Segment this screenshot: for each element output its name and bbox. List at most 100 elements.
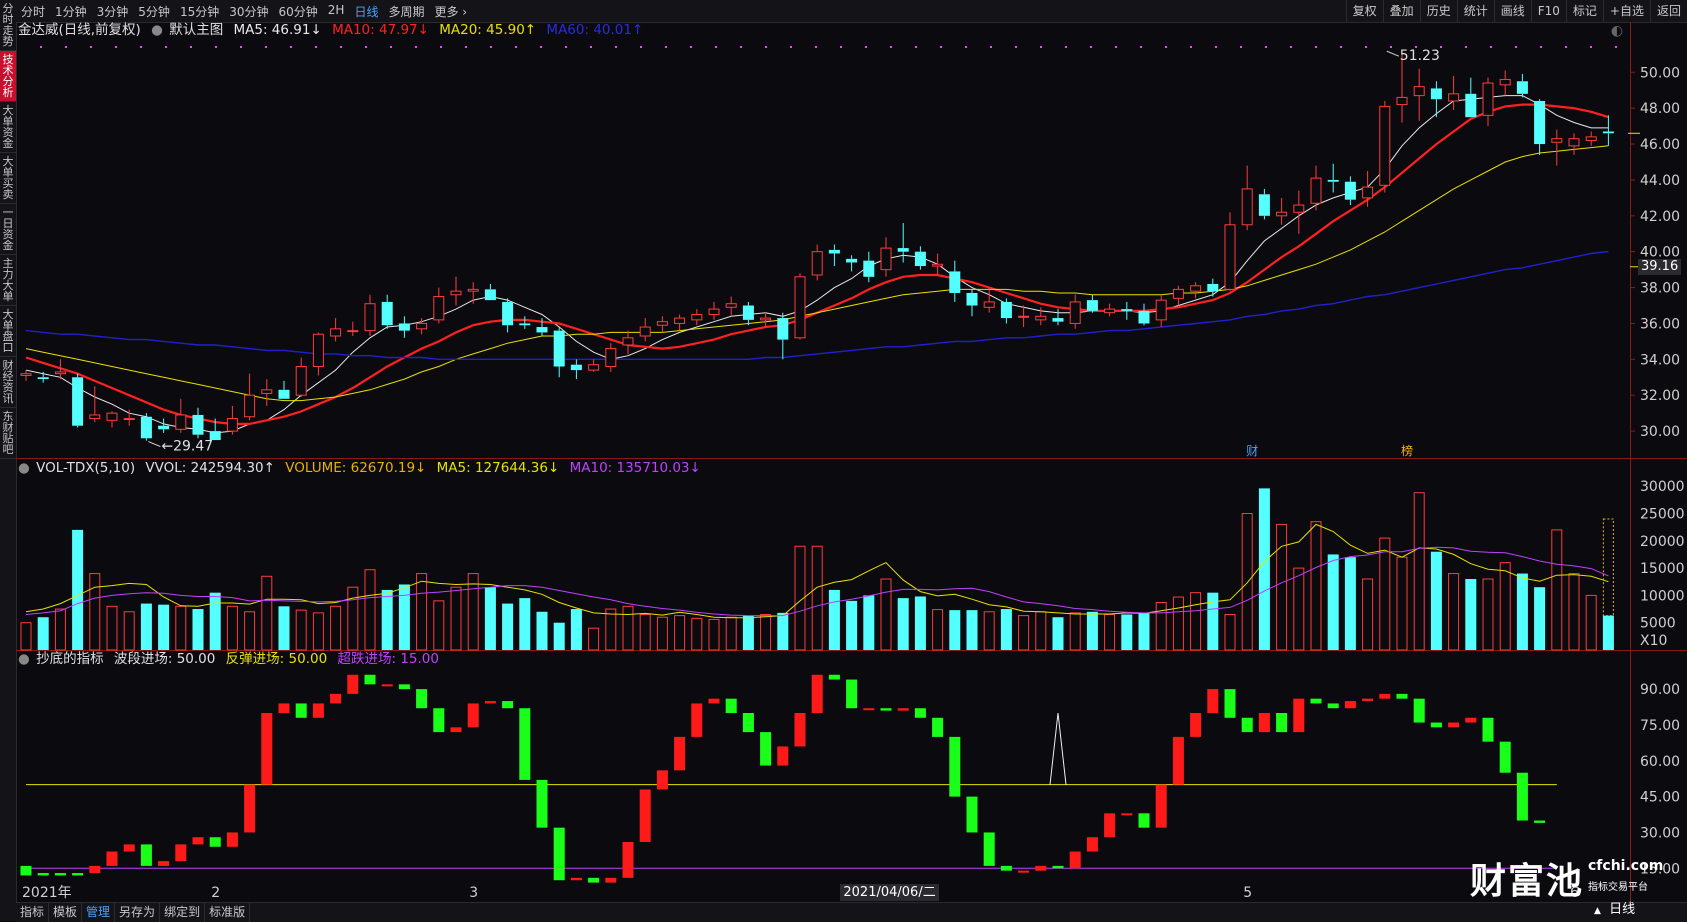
volume-bar (347, 586, 359, 651)
indicator-bar (553, 827, 565, 881)
vol-dot-icon[interactable]: ● (18, 460, 30, 476)
volume-bar (1448, 573, 1460, 651)
candle (398, 316, 410, 338)
candle (1190, 282, 1202, 299)
candle (828, 244, 840, 267)
volume-bar (1155, 601, 1167, 651)
candle-body (1241, 188, 1253, 226)
volume-bar (1465, 579, 1477, 650)
indicator-bar (880, 708, 892, 711)
x-axis-label: 3 (469, 885, 478, 901)
volume-bar (828, 589, 840, 650)
indicator-bar (1104, 813, 1116, 838)
candle-body (1258, 194, 1270, 216)
candle-body (398, 323, 410, 331)
template-dot-icon[interactable]: ● (151, 22, 163, 38)
indicator-bar (588, 877, 600, 883)
bottom-button-1[interactable]: 模板 (49, 903, 83, 922)
volume-bar (708, 618, 720, 651)
indicator-bar (1499, 741, 1511, 773)
candle-body (1327, 179, 1339, 182)
candle-body (1585, 136, 1597, 141)
ind-dot-icon[interactable]: ● (18, 651, 30, 667)
volume-bar (846, 600, 858, 650)
top-dot-marker (190, 46, 192, 48)
vvol-value: VVOL: 242594.30↑ (145, 460, 275, 476)
top-dot-marker (1015, 46, 1017, 48)
candle (966, 289, 978, 317)
volume-bar (364, 569, 376, 651)
price-tick-label: 48.00 (1640, 101, 1680, 117)
candle-body (20, 373, 32, 376)
ma20-value: MA20: 45.90↑ (439, 22, 537, 38)
candle (226, 405, 238, 435)
ma10-value: MA10: 47.97↓ (332, 22, 429, 38)
indicator-bar (846, 679, 858, 709)
indicator-bottom-bar: 指标 模板 管理 另存为 绑定到 标准版 (16, 902, 1687, 922)
volume-bar (1534, 587, 1546, 650)
indicator-bar (261, 713, 273, 785)
candle-body (536, 327, 548, 333)
candle (364, 294, 376, 337)
candle-body (295, 366, 307, 396)
volume-bar (1602, 615, 1614, 650)
volume-bar (949, 610, 961, 650)
indicator-bar (175, 844, 187, 862)
candle (1138, 303, 1150, 326)
template-name[interactable]: 默认主图 (169, 22, 223, 38)
candle (106, 411, 118, 428)
indicator-bar (106, 851, 118, 866)
price-tick-label: 32.00 (1640, 388, 1680, 404)
top-dot-marker (40, 46, 42, 48)
candle-body (1224, 224, 1236, 290)
indicator-bar (777, 746, 789, 766)
top-dot-marker (1115, 46, 1117, 48)
candle-body (89, 414, 101, 420)
vol-indicator-name[interactable]: VOL-TDX(5,10) (36, 460, 135, 476)
candle (1568, 133, 1580, 155)
candle (1585, 131, 1597, 146)
candle (674, 314, 686, 331)
bottom-button-0[interactable]: 指标 (16, 903, 50, 922)
bottom-button-5[interactable]: 标准版 (205, 903, 251, 922)
indicator-bar (622, 842, 634, 878)
candle-body (192, 414, 204, 435)
candle-body (949, 271, 961, 293)
volume-bar (588, 627, 600, 651)
candle-body (1362, 186, 1374, 199)
stock-title: 金达威(日线,前复权) (18, 22, 141, 38)
price-tick-label: 34.00 (1640, 352, 1680, 368)
candle-body (1499, 78, 1511, 86)
candle (1310, 165, 1322, 211)
candle-body (553, 330, 565, 367)
chevron-up-icon[interactable]: ▲ (1594, 906, 1601, 916)
top-dot-marker (115, 46, 117, 48)
top-dot-marker (715, 46, 717, 48)
period-control[interactable]: ▲ 日线 (1594, 898, 1635, 917)
bottom-button-3[interactable]: 另存为 (115, 903, 161, 922)
candle (347, 321, 359, 337)
x-axis-label: 5 (1243, 885, 1252, 901)
candle (1465, 77, 1477, 118)
top-dot-marker (265, 46, 267, 48)
top-dot-marker (1390, 46, 1392, 48)
indicator-bar (932, 717, 944, 737)
top-dot-marker (465, 46, 467, 48)
volume-bar (158, 604, 170, 650)
indicator-name[interactable]: 抄底的指标 (36, 651, 104, 667)
candle-body (54, 371, 66, 375)
volume-bar (1362, 578, 1374, 651)
candle-body (1207, 283, 1219, 292)
candle (330, 318, 342, 342)
volume-bar (1430, 551, 1442, 650)
bottom-button-2[interactable]: 管理 (82, 903, 116, 922)
candle-body (364, 303, 376, 332)
volume-bar (1568, 573, 1580, 651)
bottom-button-4[interactable]: 绑定到 (160, 903, 206, 922)
indicator-bar (828, 674, 840, 680)
volume-bar (244, 611, 256, 651)
watermark-logo: 财富池 cfchi.com 指标交易平台 (1470, 852, 1663, 904)
indicator-bar (1327, 703, 1339, 709)
indicator-bar (484, 701, 496, 704)
indicator-bar (416, 689, 428, 709)
